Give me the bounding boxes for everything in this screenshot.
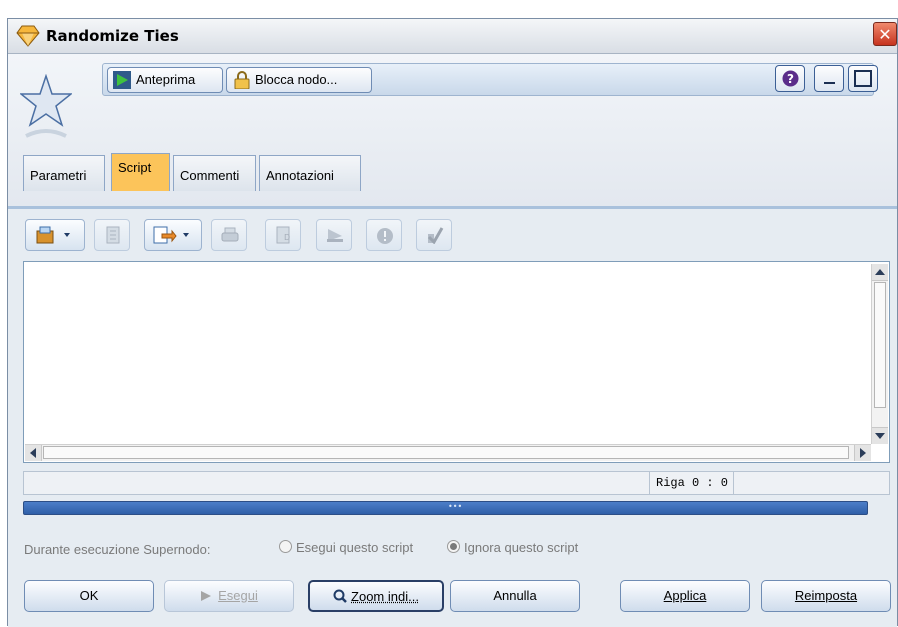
- text-doc-icon: D: [276, 226, 290, 244]
- svg-text:D: D: [284, 233, 290, 242]
- run-selection-icon: [327, 229, 343, 242]
- button-label: Esegui: [218, 588, 258, 603]
- preview-icon: [113, 71, 131, 89]
- cursor-position: Riga 0 : 0: [649, 472, 734, 494]
- button-label: OK: [79, 588, 99, 603]
- ok-button[interactable]: OK: [24, 580, 154, 612]
- arrow-right-icon: [860, 448, 866, 458]
- apply-button[interactable]: Applica: [620, 580, 750, 612]
- supernode-label: Durante esecuzione Supernodo:: [24, 542, 211, 557]
- reset-button[interactable]: Reimposta: [761, 580, 891, 612]
- radio-label: Esegui questo script: [296, 540, 414, 555]
- import-script-icon: [36, 226, 70, 244]
- tab-annotazioni[interactable]: Annotazioni: [259, 155, 361, 191]
- window-title: Randomize Ties: [46, 27, 179, 45]
- close-button[interactable]: ✕: [873, 22, 897, 46]
- tab-script[interactable]: Script: [111, 153, 170, 191]
- check-syntax-icon: [427, 227, 444, 244]
- horizontal-scroll-thumb[interactable]: [43, 446, 849, 459]
- close-icon: ✕: [878, 25, 892, 44]
- script-page-icon: [106, 226, 120, 244]
- lock-icon: [234, 71, 250, 89]
- radio-selected-icon: [447, 540, 460, 553]
- script-editor[interactable]: [23, 261, 890, 463]
- radio-esegui-script[interactable]: Esegui questo script: [279, 540, 413, 555]
- preview-button[interactable]: Anteprima: [107, 67, 223, 93]
- scroll-right-button[interactable]: [854, 445, 871, 461]
- minimize-button[interactable]: [814, 65, 844, 92]
- tab-parametri[interactable]: Parametri: [23, 155, 105, 191]
- help-icon: ?: [782, 70, 799, 87]
- tab-label: Parametri: [30, 168, 87, 183]
- dialog-window: Randomize Ties ✕ Anteprima Blocca nodo..…: [7, 18, 898, 627]
- tab-commenti[interactable]: Commenti: [173, 155, 256, 191]
- help-button[interactable]: ?: [775, 65, 805, 92]
- preview-label: Anteprima: [136, 72, 196, 87]
- star-icon: [20, 74, 72, 138]
- node-toolbar: Anteprima Blocca nodo...: [102, 63, 874, 96]
- export-script-icon: [153, 226, 189, 244]
- tab-label: Annotazioni: [266, 168, 334, 183]
- maximize-icon: [854, 70, 872, 87]
- script-panel: D Riga 0: 0 ••• Durante esecuzione Supe…: [8, 209, 897, 627]
- import-script-button[interactable]: [25, 219, 85, 251]
- play-icon: [201, 591, 212, 601]
- radio-icon: [279, 540, 292, 553]
- print-icon: [221, 227, 239, 242]
- cancel-button[interactable]: Annulla: [450, 580, 580, 612]
- script-page-button[interactable]: [94, 219, 130, 251]
- button-label: Annulla: [493, 588, 537, 603]
- splitter-grip-icon: •••: [448, 502, 463, 511]
- run-selection-button[interactable]: [316, 219, 352, 251]
- svg-text:?: ?: [787, 72, 794, 86]
- export-script-button[interactable]: [144, 219, 202, 251]
- check-syntax-button[interactable]: [416, 219, 452, 251]
- arrow-up-icon: [875, 269, 885, 275]
- minimize-icon: [824, 82, 835, 84]
- arrow-down-icon: [875, 433, 885, 439]
- zoom-button[interactable]: Zoom indi...: [308, 580, 444, 612]
- magnifier-icon: [333, 589, 347, 603]
- title-bar: Randomize Ties ✕: [8, 19, 897, 54]
- arrow-left-icon: [30, 448, 36, 458]
- scroll-up-button[interactable]: [872, 264, 888, 281]
- tab-label: Script: [118, 160, 152, 175]
- status-bar: Riga 0 : 0: [23, 471, 890, 495]
- maximize-button[interactable]: [848, 65, 878, 92]
- lock-node-button[interactable]: Blocca nodo...: [226, 67, 372, 93]
- vertical-scroll-thumb[interactable]: [874, 282, 886, 408]
- radio-label: Ignora questo script: [464, 540, 579, 555]
- run-button[interactable]: Esegui: [164, 580, 294, 612]
- button-label: Applica: [663, 588, 707, 603]
- panel-splitter[interactable]: •••: [23, 501, 868, 515]
- lock-node-label: Blocca nodo...: [255, 72, 338, 87]
- text-doc-button[interactable]: D: [265, 219, 301, 251]
- button-label: Reimposta: [794, 588, 858, 603]
- stop-icon: [377, 228, 393, 244]
- button-label: Zoom indi...: [351, 589, 419, 604]
- scroll-down-button[interactable]: [872, 427, 888, 444]
- tab-label: Commenti: [180, 168, 240, 183]
- radio-ignora-script[interactable]: Ignora questo script: [447, 540, 578, 555]
- vertical-scrollbar[interactable]: [871, 264, 888, 444]
- horizontal-scrollbar[interactable]: [25, 444, 871, 461]
- supernode-icon: [16, 25, 40, 47]
- scroll-left-button[interactable]: [25, 445, 42, 461]
- stop-button[interactable]: [366, 219, 402, 251]
- print-button[interactable]: [211, 219, 247, 251]
